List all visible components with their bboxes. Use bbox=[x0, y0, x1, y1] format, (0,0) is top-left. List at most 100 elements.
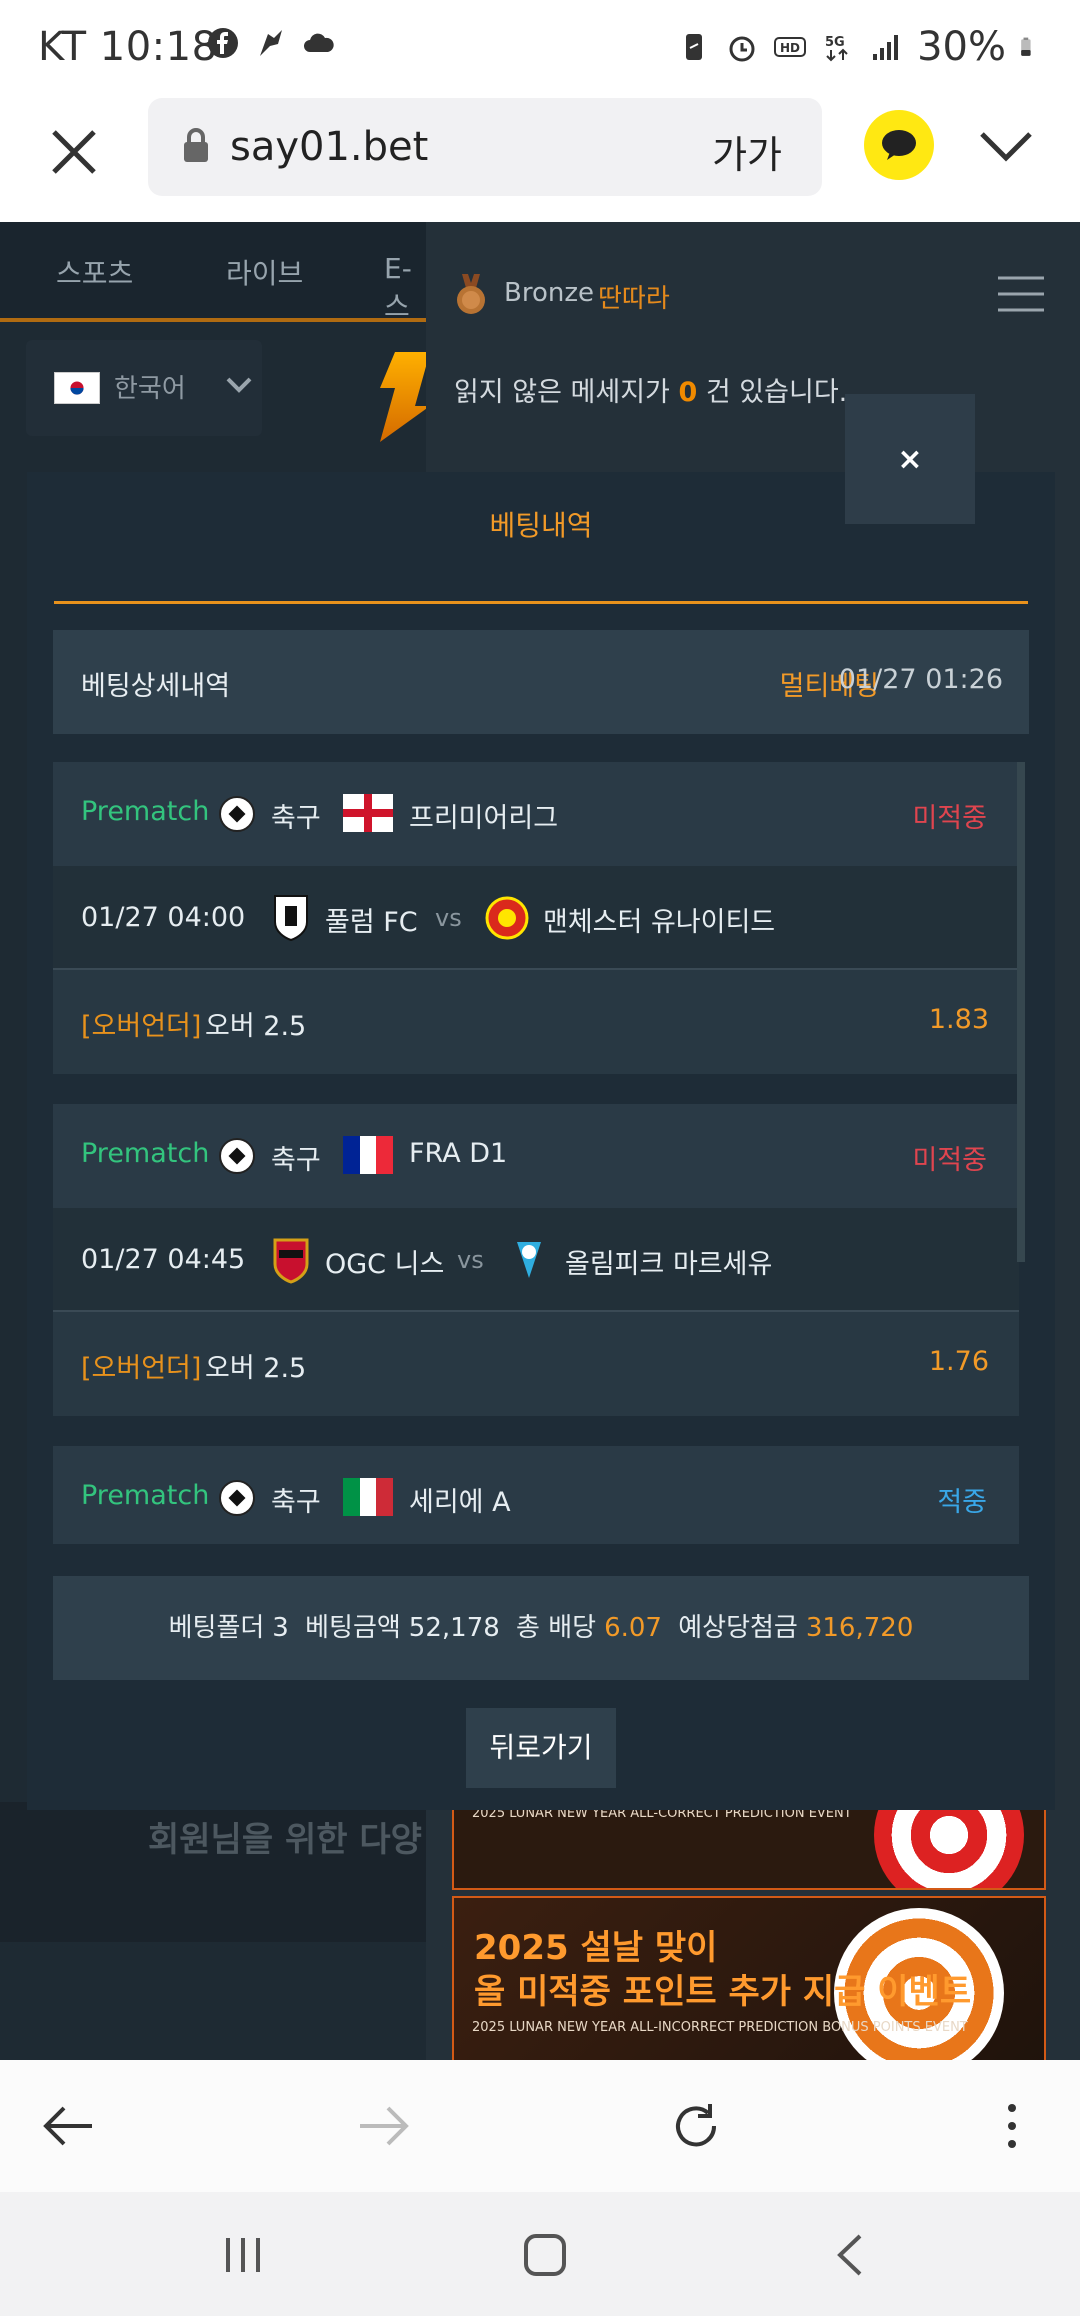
marseille-crest-icon bbox=[517, 1242, 541, 1278]
nav-tab-esports[interactable]: E-스 bbox=[384, 252, 430, 325]
status-carrier-time: KT 10:18 bbox=[38, 24, 218, 70]
system-back-icon[interactable] bbox=[826, 2232, 876, 2278]
promo-heading: 회원님을 위한 다양 bbox=[148, 1820, 422, 1860]
system-nav-bar bbox=[0, 2192, 1080, 2316]
chevron-down-icon bbox=[226, 377, 252, 393]
text-size-button[interactable]: 가가 bbox=[712, 124, 782, 179]
betting-history-modal: 베팅내역 베팅상세내역 멀티베팅 01/27 01:26 Prematch 축구… bbox=[27, 472, 1055, 1810]
league-row: Prematch 축구 프리미어리그 미적중 bbox=[53, 762, 1019, 866]
pick-row: [오버언더] 오버 2.5 1.76 bbox=[53, 1312, 1019, 1416]
soccer-ball-icon bbox=[219, 1480, 255, 1516]
nav-tab-sports[interactable]: 스포츠 bbox=[56, 252, 133, 292]
bet-list[interactable]: Prematch 축구 프리미어리그 미적중 01/27 04:00 풀럼 FC… bbox=[53, 762, 1029, 1544]
odds-value: 1.83 bbox=[928, 1004, 989, 1035]
stage-label: Prematch bbox=[81, 1480, 210, 1511]
match-time: 01/27 04:45 bbox=[81, 1244, 246, 1275]
bronze-medal-icon bbox=[457, 274, 485, 314]
signal-icon bbox=[873, 35, 899, 60]
home-icon[interactable] bbox=[520, 2232, 570, 2278]
svg-text:HD: HD bbox=[780, 41, 800, 55]
user-nickname: 딴따라 bbox=[598, 284, 670, 314]
event-banner-all-correct[interactable]: 2025 LUNAR NEW YEAR ALL-CORRECT PREDICTI… bbox=[452, 1798, 1046, 1890]
close-tab-icon[interactable] bbox=[44, 122, 104, 182]
detail-label: 베팅상세내역 bbox=[81, 671, 231, 702]
match-row: 01/27 04:45 OGC 니스 vs 올림피크 마르세유 bbox=[53, 1208, 1019, 1312]
user-grade: Bronze bbox=[504, 278, 594, 308]
stage-label: Prematch bbox=[81, 1138, 210, 1169]
nice-crest-icon bbox=[273, 1238, 309, 1284]
expected-payout: 316,720 bbox=[805, 1613, 914, 1643]
unread-message-text: 읽지 않은 메세지가 0 건 있습니다. bbox=[454, 377, 848, 408]
result-status: 미적중 bbox=[912, 803, 987, 834]
odds-value: 1.76 bbox=[928, 1346, 989, 1377]
korea-flag-icon bbox=[54, 372, 100, 404]
recent-apps-icon[interactable] bbox=[218, 2232, 268, 2278]
league-name: 세리에 A bbox=[409, 1487, 511, 1518]
lock-icon bbox=[184, 128, 208, 162]
status-bar: KT 10:18 HD 5G 30% bbox=[0, 0, 1080, 96]
bet-datetime: 01/27 01:26 bbox=[838, 664, 1003, 695]
browser-toolbar bbox=[0, 2060, 1080, 2192]
language-label: 한국어 bbox=[114, 374, 186, 404]
chevron-down-icon[interactable] bbox=[978, 126, 1034, 166]
unread-count: 0 bbox=[678, 377, 698, 408]
vs-label: vs bbox=[435, 904, 462, 932]
league-row: Prematch 축구 FRA D1 미적중 bbox=[53, 1104, 1019, 1208]
england-flag-icon bbox=[343, 794, 393, 832]
address-field[interactable]: say01.bet 가가 bbox=[148, 98, 822, 196]
svg-text:5G: 5G bbox=[825, 35, 845, 50]
nav-tab-live[interactable]: 라이브 bbox=[226, 252, 303, 292]
vs-label: vs bbox=[457, 1246, 484, 1274]
france-flag-icon bbox=[343, 1136, 393, 1174]
back-arrow-icon[interactable] bbox=[40, 2100, 96, 2152]
chat-bubble-icon bbox=[882, 130, 916, 160]
sport-label: 축구 bbox=[271, 1145, 321, 1176]
url-text: say01.bet bbox=[230, 124, 429, 170]
sports-nav: 스포츠 라이브 E-스 bbox=[0, 222, 430, 325]
browser-url-bar: say01.bet 가가 bbox=[0, 96, 1080, 222]
more-options-icon[interactable] bbox=[984, 2100, 1040, 2152]
league-name: FRA D1 bbox=[409, 1138, 508, 1169]
language-select[interactable]: 한국어 bbox=[26, 340, 262, 436]
result-status: 미적중 bbox=[912, 1145, 987, 1176]
forward-arrow-icon[interactable] bbox=[356, 2100, 412, 2152]
total-odds: 6.07 bbox=[604, 1613, 662, 1643]
5g-icon: 5G bbox=[825, 35, 848, 62]
battery-icon bbox=[1021, 37, 1031, 56]
fulham-crest-icon bbox=[274, 895, 308, 942]
soccer-ball-icon bbox=[219, 796, 255, 832]
match-time: 01/27 04:00 bbox=[81, 902, 246, 933]
match-row: 01/27 04:00 풀럼 FC vs 맨체스터 유나이티드 bbox=[53, 866, 1019, 970]
league-name: 프리미어리그 bbox=[409, 803, 559, 834]
pick-label: 오버 2.5 bbox=[205, 1011, 307, 1042]
pick-label: 오버 2.5 bbox=[205, 1353, 307, 1384]
home-team: OGC 니스 bbox=[325, 1249, 445, 1280]
event-banner-all-incorrect[interactable]: 2025 설날 맞이 올 미적중 포인트 추가 지급 이벤트 2025 LUNAR… bbox=[452, 1896, 1046, 2076]
bet-summary: 베팅폴더 3 베팅금액 52,178 총 배당 6.07 예상당첨금 316,720 bbox=[53, 1576, 1029, 1680]
stage-label: Prematch bbox=[81, 796, 210, 827]
brand-logo bbox=[380, 352, 430, 442]
back-button[interactable]: 뒤로가기 bbox=[466, 1708, 616, 1788]
sport-label: 축구 bbox=[271, 803, 321, 834]
home-team: 풀럼 FC bbox=[325, 907, 418, 938]
cloud-icon bbox=[304, 33, 334, 52]
market-label: [오버언더] bbox=[81, 1011, 202, 1042]
bet-detail-header: 베팅상세내역 멀티베팅 01/27 01:26 bbox=[53, 630, 1029, 734]
refresh-icon[interactable] bbox=[668, 2100, 724, 2152]
hd-icon: HD bbox=[774, 37, 807, 57]
scrollbar[interactable] bbox=[1017, 762, 1025, 1262]
market-label: [오버언더] bbox=[81, 1353, 202, 1384]
sport-label: 축구 bbox=[271, 1487, 321, 1518]
soccer-ball-icon bbox=[219, 1138, 255, 1174]
facebook-icon bbox=[208, 28, 238, 58]
sticker-icon bbox=[260, 30, 282, 56]
vibrate-icon bbox=[686, 34, 703, 60]
result-status: 적중 bbox=[937, 1487, 987, 1518]
hamburger-menu-icon[interactable] bbox=[996, 274, 1046, 314]
kakao-chat-button[interactable] bbox=[864, 110, 934, 180]
battery-percent: 30% bbox=[917, 24, 1006, 70]
modal-close-button[interactable]: × bbox=[845, 394, 975, 524]
alarm-icon bbox=[729, 36, 755, 62]
league-row: Prematch 축구 세리에 A 적중 bbox=[53, 1446, 1019, 1544]
away-team: 맨체스터 유나이티드 bbox=[543, 907, 776, 938]
